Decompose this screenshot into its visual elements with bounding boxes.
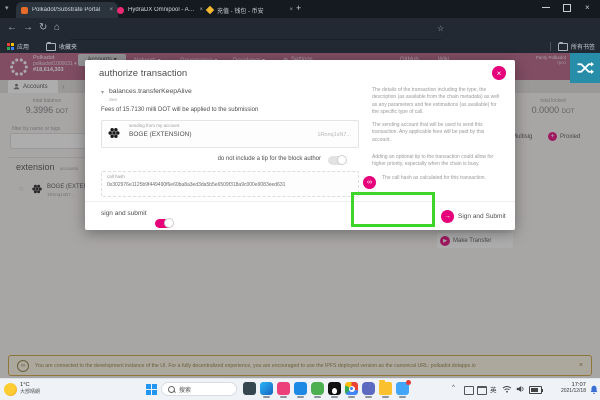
tray-icon-2[interactable]: [477, 386, 487, 395]
taskbar-app-pink-icon[interactable]: [277, 382, 290, 395]
battery-icon[interactable]: [529, 386, 542, 394]
help-text-sender: The sending account that will be used to…: [372, 122, 504, 144]
call-hash-value: 0x302976e1125b9f449490f6e60ba8a3ed3da5b5…: [107, 182, 351, 188]
clock[interactable]: 17:07 2021/12/18: [548, 382, 586, 394]
search-placeholder: 搜索: [179, 385, 191, 394]
weather-icon[interactable]: [4, 383, 17, 396]
start-button[interactable]: [146, 384, 157, 395]
binance-favicon: [206, 6, 214, 14]
browser-tabstrip: ▾ Polkadot/Substrate Portal × HydraDX Om…: [0, 0, 600, 18]
search-icon: [168, 386, 175, 393]
help-text-tip: Adding an optional tip to the transactio…: [372, 154, 504, 169]
window-maximize-button[interactable]: [563, 4, 571, 12]
sign-submit-toggle[interactable]: [155, 219, 173, 228]
network-switcher-button[interactable]: [570, 53, 600, 83]
tab-title: 充值 - 钱包 - 币安: [217, 6, 264, 15]
call-hash-label: call hash: [107, 174, 125, 179]
modal-account-name: BOGE (EXTENSION): [129, 131, 191, 138]
tab-search-icon[interactable]: ▾: [5, 4, 9, 12]
tray-icon-1[interactable]: [464, 386, 474, 395]
apps-grid-icon: [7, 43, 14, 50]
new-tab-button[interactable]: +: [296, 3, 301, 13]
taskbar-app-chrome-icon[interactable]: [345, 382, 358, 395]
browser-toolbar: ← → ↻ ⌂ ≡ polkadot.js.org/apps/?rpc=wss%…: [0, 18, 600, 40]
tab-binance[interactable]: 充值 - 钱包 - 币安 ×: [202, 2, 298, 18]
taskbar-app-explorer-icon[interactable]: [379, 382, 392, 395]
page: Polkadot polkadot/1000031 ▾ #18,614,303 …: [0, 53, 600, 378]
tray-hidden-icons-caret[interactable]: ^: [452, 385, 455, 391]
weather-widget[interactable]: 1°C 大部晴朗: [20, 382, 40, 395]
screen: ▾ Polkadot/Substrate Portal × HydraDX Om…: [0, 0, 600, 400]
ime-language-indicator[interactable]: 英: [490, 384, 497, 394]
modal-account-address: 1Rnnq1sN7...: [285, 132, 351, 138]
bookmarks-divider: [550, 42, 551, 51]
reload-icon[interactable]: ↻: [39, 22, 47, 33]
forward-icon[interactable]: →: [23, 22, 33, 33]
bookmark-label: 应用: [17, 42, 29, 51]
modal-close-button[interactable]: ×: [492, 66, 506, 80]
tab-hydradx[interactable]: HydraDX Omnipool - An Ocean ×: [112, 2, 208, 18]
home-icon[interactable]: ⌂: [54, 22, 60, 33]
bookmarks-bar: 应用 收藏夹 所有书签: [0, 40, 600, 53]
sign-and-submit-button[interactable]: → Sign and Submit: [441, 206, 509, 226]
taskbar-app-blue-icon[interactable]: [294, 382, 307, 395]
bookmark-label: 收藏夹: [59, 42, 77, 51]
hydradx-favicon: [117, 7, 124, 14]
clock-date: 2021/12/18: [548, 388, 586, 394]
sign-toggle-label: sign and submit: [101, 210, 147, 217]
modal-title: authorize transaction: [99, 68, 187, 79]
call-method-desc: See: [109, 97, 117, 102]
taskbar-app-qq-icon[interactable]: [328, 382, 341, 395]
tab-title: HydraDX Omnipool - An Ocean: [128, 7, 195, 13]
taskbar-app-flower-icon[interactable]: [396, 382, 409, 395]
polkadot-favicon: [21, 7, 28, 14]
bookmark-star-icon[interactable]: ☆: [437, 24, 444, 33]
notification-bell-icon[interactable]: [590, 385, 598, 394]
weather-desc: 大部晴朗: [20, 388, 40, 395]
account-identicon: [107, 126, 121, 140]
submit-label: Sign and Submit: [458, 213, 506, 220]
call-method: balances.transferKeepAlive: [109, 88, 192, 95]
fees-note: Fees of 15.7130 milli DOT will be applie…: [101, 107, 258, 113]
tab-close-icon[interactable]: ×: [285, 7, 293, 13]
shuffle-icon: [576, 61, 594, 75]
taskbar-search[interactable]: 搜索: [161, 382, 237, 396]
volume-icon[interactable]: [516, 385, 525, 393]
help-text-callhash: The call hash as calculated for this tra…: [382, 175, 504, 182]
folder-icon: [46, 43, 56, 51]
submit-arrow-icon: →: [441, 210, 454, 223]
tip-label: do not include a tip for the block autho…: [101, 156, 321, 162]
authorize-transaction-modal: authorize transaction × ▾ balances.trans…: [85, 60, 515, 230]
tip-toggle[interactable]: [328, 156, 346, 165]
folder-icon: [558, 43, 568, 51]
expander-caret-icon[interactable]: ▾: [101, 89, 104, 96]
taskbar-app-widgets-icon[interactable]: [243, 382, 256, 395]
tab-title: Polkadot/Substrate Portal: [32, 7, 100, 13]
tab-polkadot[interactable]: Polkadot/Substrate Portal ×: [16, 2, 118, 18]
bookmark-favorites[interactable]: 收藏夹: [46, 42, 77, 51]
taskbar: 1°C 大部晴朗 搜索 ^ 英 17:07 2021/12/18: [0, 378, 600, 400]
taskbar-app-wechat-icon[interactable]: [311, 382, 324, 395]
window-close-button[interactable]: ×: [585, 3, 590, 12]
window-minimize-button[interactable]: [542, 7, 550, 8]
taskbar-app-taskview-icon[interactable]: [260, 382, 273, 395]
copy-link-icon[interactable]: ∞: [363, 176, 376, 189]
all-bookmarks-label: 所有书签: [571, 42, 595, 51]
bookmark-apps[interactable]: 应用: [7, 42, 29, 51]
back-icon[interactable]: ←: [7, 22, 17, 33]
modal-footer-divider: [85, 201, 515, 202]
taskbar-app-indigo-icon[interactable]: [362, 382, 375, 395]
sending-label: sending from my account: [129, 123, 179, 128]
wifi-icon[interactable]: [502, 385, 512, 393]
all-bookmarks[interactable]: 所有书签: [558, 42, 595, 51]
help-text-details: The details of the transaction including…: [372, 87, 504, 116]
